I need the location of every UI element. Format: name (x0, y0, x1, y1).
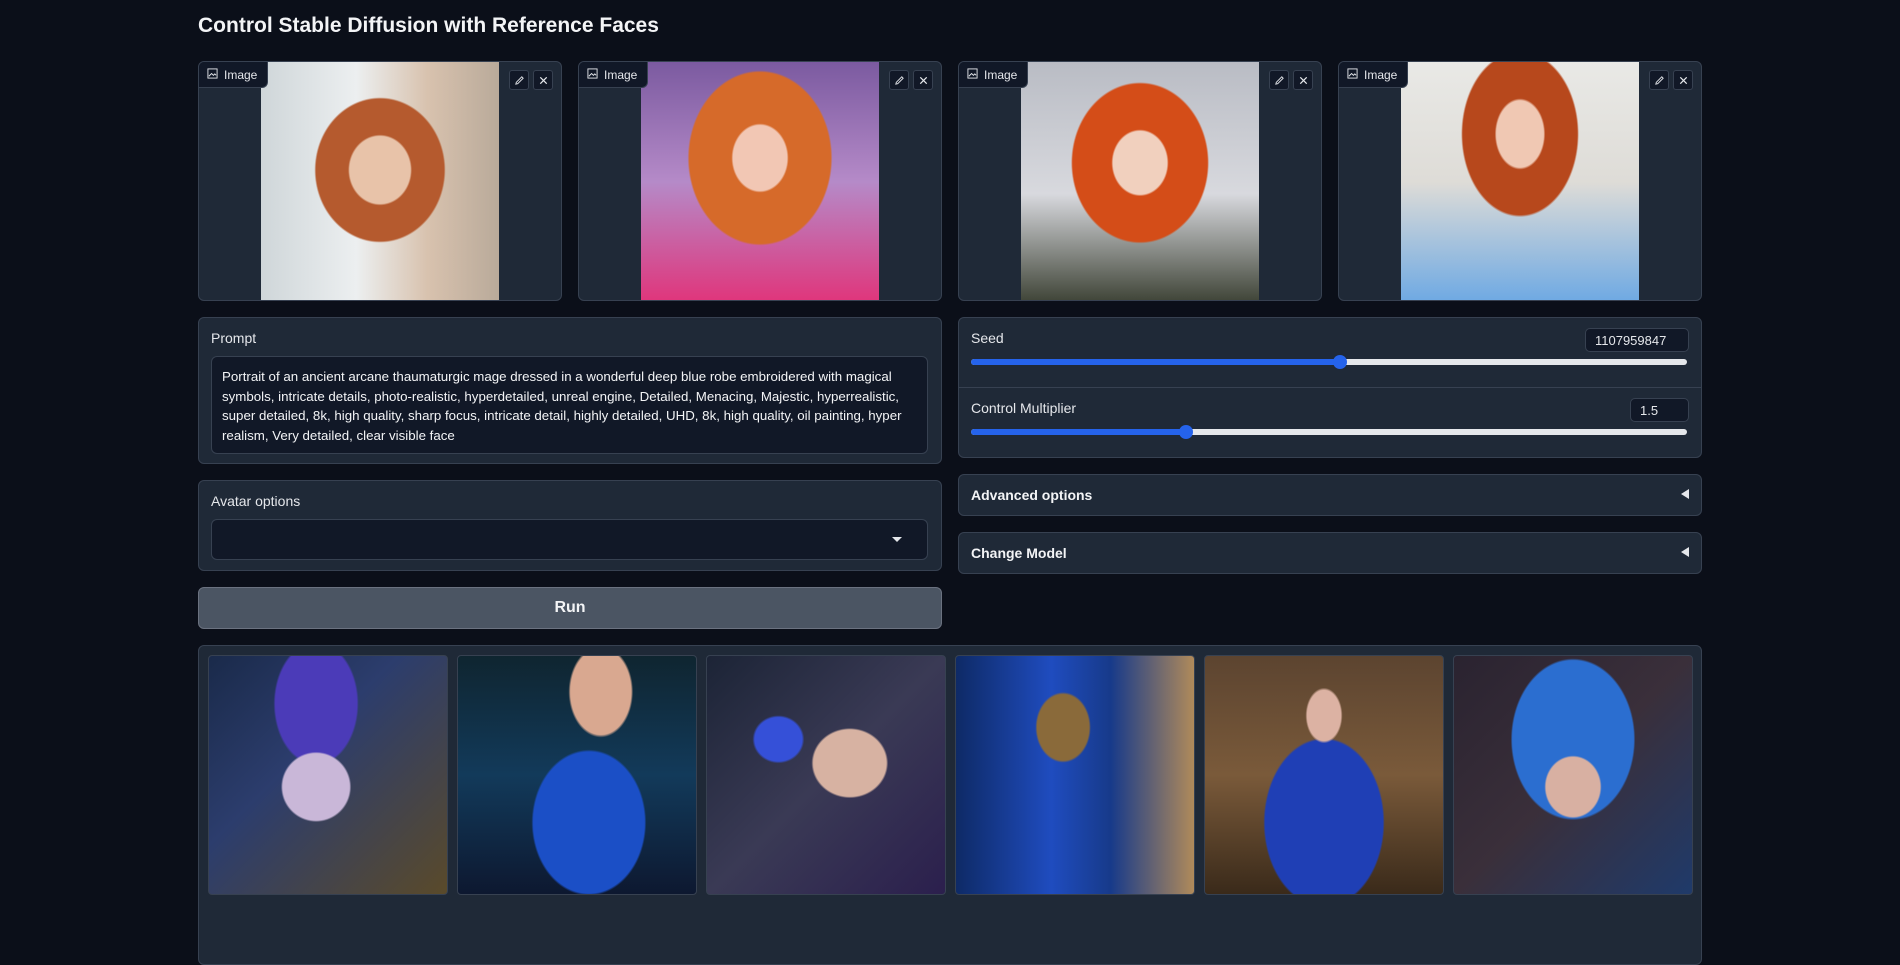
control-multiplier-slider[interactable] (971, 425, 1687, 439)
reference-face-image (1401, 62, 1639, 300)
prompt-label: Prompt (211, 330, 257, 346)
image-input-label: Image (199, 62, 269, 88)
output-gallery (198, 645, 1702, 965)
gallery-image[interactable] (1453, 655, 1693, 895)
control-multiplier-slider-thumb[interactable] (1178, 425, 1193, 439)
close-icon[interactable] (1673, 70, 1693, 90)
avatar-options-panel: Avatar options (198, 480, 942, 571)
seed-slider-thumb[interactable] (1333, 355, 1348, 369)
change-model-accordion[interactable]: Change Model (958, 532, 1702, 574)
seed-slider[interactable] (971, 355, 1687, 369)
image-input-label: Image (1339, 62, 1409, 88)
control-multiplier-input[interactable]: 1.5 (1630, 398, 1689, 422)
close-icon[interactable] (533, 70, 553, 90)
advanced-options-label: Advanced options (971, 487, 1093, 503)
control-multiplier-slider-fill (971, 429, 1186, 435)
gallery-image[interactable] (1204, 655, 1444, 895)
caret-left-icon (1681, 547, 1689, 557)
image-icon (207, 67, 218, 82)
caret-left-icon (1681, 489, 1689, 499)
image-input-4[interactable]: Image (1338, 61, 1702, 301)
edit-icon[interactable] (509, 70, 529, 90)
run-button[interactable]: Run (198, 587, 942, 629)
image-input-2[interactable]: Image (578, 61, 942, 301)
image-input-3[interactable]: Image (958, 61, 1322, 301)
control-multiplier-label: Control Multiplier (971, 400, 1077, 416)
divider (959, 387, 1701, 388)
chevron-down-icon (892, 537, 902, 542)
edit-icon[interactable] (889, 70, 909, 90)
image-input-1[interactable]: Image (198, 61, 562, 301)
gallery-image[interactable] (457, 655, 697, 895)
close-icon[interactable] (1293, 70, 1313, 90)
prompt-panel: Prompt Portrait of an ancient arcane tha… (198, 317, 942, 464)
image-icon (1347, 67, 1358, 82)
advanced-options-accordion[interactable]: Advanced options (958, 474, 1702, 516)
page-title: Control Stable Diffusion with Reference … (198, 14, 659, 37)
change-model-label: Change Model (971, 545, 1067, 561)
reference-face-image (641, 62, 879, 300)
gallery-image[interactable] (208, 655, 448, 895)
prompt-textarea[interactable]: Portrait of an ancient arcane thaumaturg… (211, 356, 928, 454)
avatar-options-dropdown[interactable] (211, 519, 928, 560)
reference-face-image (261, 62, 499, 300)
seed-label: Seed (971, 330, 1004, 346)
sliders-panel: Seed 1107959847 Control Multiplier 1.5 (958, 317, 1702, 458)
seed-input[interactable]: 1107959847 (1585, 328, 1689, 352)
image-icon (587, 67, 598, 82)
image-input-label: Image (579, 62, 649, 88)
reference-face-image (1021, 62, 1259, 300)
image-input-label: Image (959, 62, 1029, 88)
edit-icon[interactable] (1269, 70, 1289, 90)
image-icon (967, 67, 978, 82)
close-icon[interactable] (913, 70, 933, 90)
gallery-image[interactable] (955, 655, 1195, 895)
seed-slider-fill (971, 359, 1341, 365)
gallery-image[interactable] (706, 655, 946, 895)
avatar-options-label: Avatar options (211, 493, 301, 509)
edit-icon[interactable] (1649, 70, 1669, 90)
